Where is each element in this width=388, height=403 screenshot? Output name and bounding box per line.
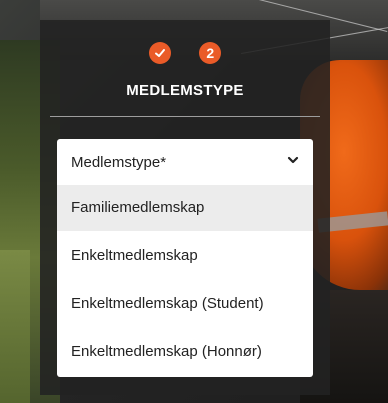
- step-indicator: 2: [40, 42, 330, 68]
- dropdown-label: Medlemstype*: [71, 154, 167, 171]
- check-icon: [154, 49, 165, 57]
- option-enkeltmedlemskap-student[interactable]: Enkeltmedlemskap (Student): [57, 281, 313, 327]
- membership-type-dropdown[interactable]: Medlemstype* Familiemedlemskap Enkeltmed…: [57, 139, 313, 377]
- option-enkeltmedlemskap[interactable]: Enkeltmedlemskap: [57, 233, 313, 279]
- section-title: MEDLEMSTYPE: [126, 82, 244, 99]
- step-2-current: 2: [199, 42, 222, 64]
- divider: [50, 116, 320, 117]
- step-1-complete: [148, 42, 171, 64]
- option-enkeltmedlemskap-honnor[interactable]: Enkeltmedlemskap (Honnør): [57, 329, 313, 375]
- chevron-down-icon[interactable]: [287, 155, 299, 165]
- dropdown-header[interactable]: Medlemstype*: [57, 139, 313, 185]
- option-familiemedlemskap[interactable]: Familiemedlemskap: [57, 185, 313, 231]
